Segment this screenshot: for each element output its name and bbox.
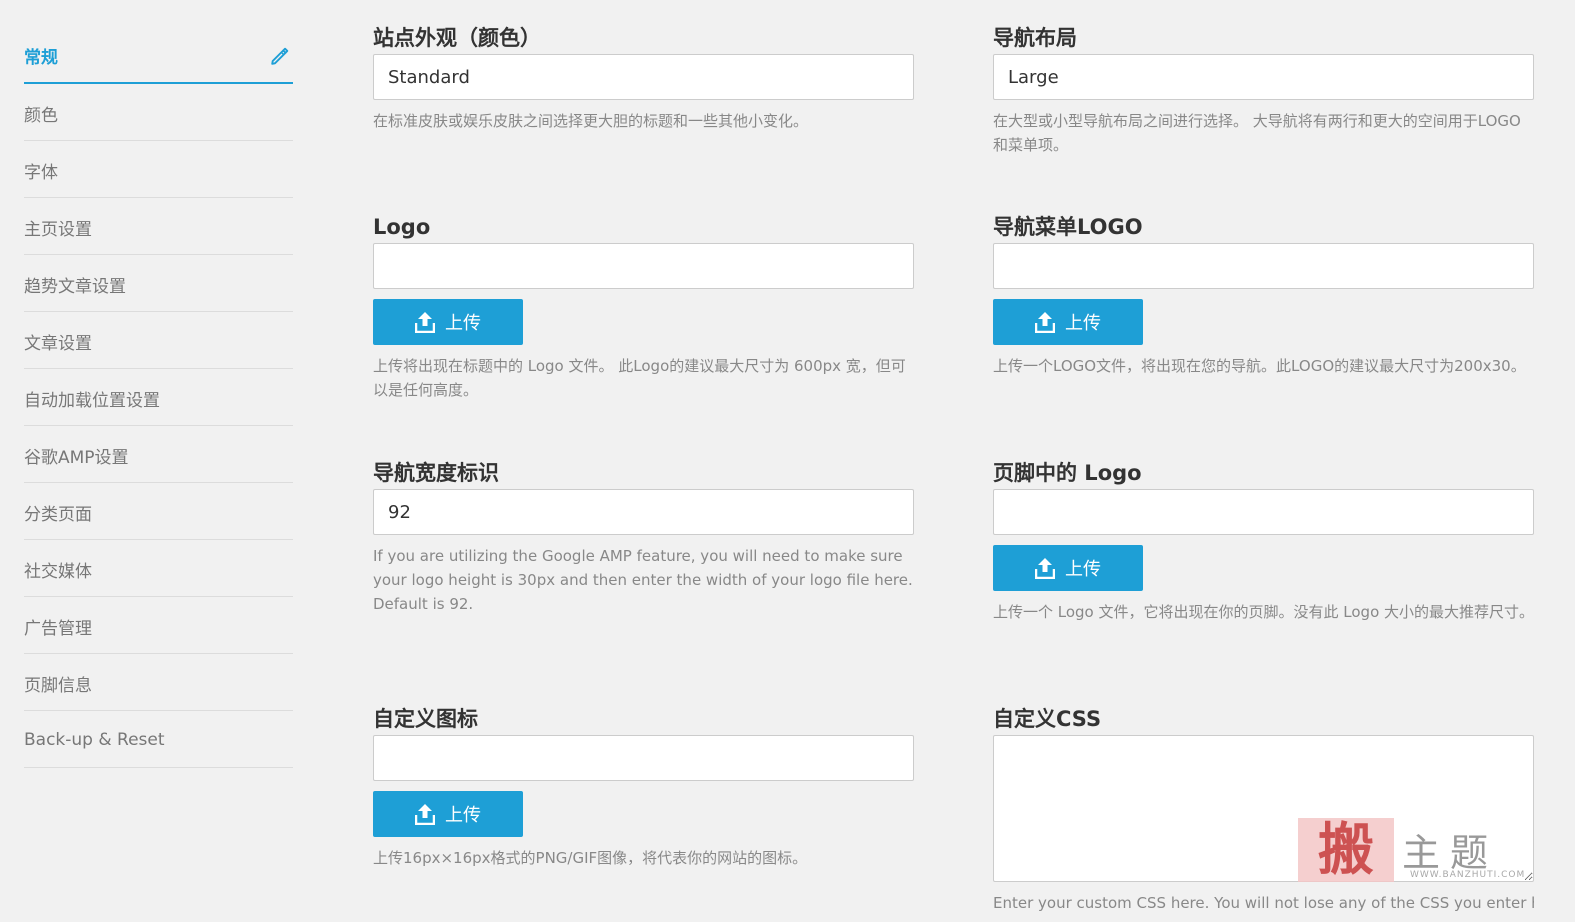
sidebar-item-label: 颜色: [24, 105, 58, 126]
site-skin-field: 站点外观（颜色） 在标准皮肤或娱乐皮肤之间选择更大胆的标题和一些其他小变化。: [373, 23, 914, 133]
sidebar-item-label: 主页设置: [24, 219, 92, 240]
custom-icon-input[interactable]: [373, 735, 914, 781]
sidebar-item-autoload[interactable]: 自动加载位置设置: [24, 370, 293, 426]
sidebar-item-label: 自动加载位置设置: [24, 390, 160, 411]
upload-button-label: 上传: [1065, 559, 1101, 580]
nav-menu-logo-field: 导航菜单LOGO 上传 上传一个LOGO文件，将出现在您的导航。此LOGO的建议…: [993, 212, 1534, 378]
field-label: 自定义图标: [373, 707, 478, 731]
upload-icon: [415, 312, 435, 333]
field-help: 上传一个LOGO文件，将出现在您的导航。此LOGO的建议最大尺寸为200x30。: [993, 357, 1526, 375]
nav-menu-logo-upload-button[interactable]: 上传: [993, 299, 1143, 345]
watermark-url: WWW.BANZHUTI.COM: [1410, 870, 1526, 880]
sidebar-item-label: 分类页面: [24, 504, 92, 525]
sidebar-item-label: 谷歌AMP设置: [24, 447, 129, 468]
logo-upload-button[interactable]: 上传: [373, 299, 523, 345]
nav-menu-logo-input[interactable]: [993, 243, 1534, 289]
field-help: If you are utilizing the Google AMP feat…: [373, 547, 913, 613]
upload-icon: [1035, 558, 1055, 579]
sidebar-item-label: 广告管理: [24, 618, 92, 639]
footer-logo-field: 页脚中的 Logo 上传 上传一个 Logo 文件，它将出现在你的页脚。没有此 …: [993, 458, 1534, 624]
watermark-logo: 搬 主题 WWW.BANZHUTI.COM: [1298, 818, 1524, 884]
upload-icon: [1035, 312, 1055, 333]
upload-button-label: 上传: [445, 805, 481, 826]
sidebar-item-footer[interactable]: 页脚信息: [24, 655, 293, 711]
sidebar-item-backup[interactable]: Back-up & Reset: [24, 712, 293, 768]
field-label: Logo: [373, 215, 431, 239]
sidebar-item-ads[interactable]: 广告管理: [24, 598, 293, 654]
sidebar-item-label: 常规: [24, 48, 58, 68]
theme-options-page: 常规 颜色 字体 主页设置 趋势文章设置 文章设置 自动加载位置设置 谷歌AMP…: [0, 0, 1575, 922]
sidebar-item-trending-posts[interactable]: 趋势文章设置: [24, 256, 293, 312]
footer-logo-upload-button[interactable]: 上传: [993, 545, 1143, 591]
nav-layout-select[interactable]: [993, 54, 1534, 100]
sidebar-item-general[interactable]: 常规: [24, 28, 293, 84]
sidebar-item-colors[interactable]: 颜色: [24, 85, 293, 141]
upload-button-label: 上传: [445, 313, 481, 334]
field-label: 导航宽度标识: [373, 461, 499, 485]
upload-button-label: 上传: [1065, 313, 1101, 334]
settings-sidebar: 常规 颜色 字体 主页设置 趋势文章设置 文章设置 自动加载位置设置 谷歌AMP…: [24, 28, 293, 769]
logo-url-input[interactable]: [373, 243, 914, 289]
sidebar-item-label: 页脚信息: [24, 675, 92, 696]
nav-width-field: 导航宽度标识 If you are utilizing the Google A…: [373, 458, 914, 616]
custom-icon-field: 自定义图标 上传 上传16px×16px格式的PNG/GIF图像，将代表你的网站…: [373, 704, 914, 870]
logo-field: Logo 上传 上传将出现在标题中的 Logo 文件。 此Logo的建议最大尺寸…: [373, 212, 914, 402]
field-label: 自定义CSS: [993, 707, 1102, 731]
site-skin-select[interactable]: [373, 54, 914, 100]
field-help: 上传一个 Logo 文件，它将出现在你的页脚。没有此 Logo 大小的最大推荐尺…: [993, 603, 1535, 621]
watermark-seal: 搬: [1298, 818, 1394, 882]
sidebar-item-post-settings[interactable]: 文章设置: [24, 313, 293, 369]
sidebar-item-amp[interactable]: 谷歌AMP设置: [24, 427, 293, 483]
sidebar-item-label: Back-up & Reset: [24, 730, 165, 750]
field-help: 在大型或小型导航布局之间进行选择。 大导航将有两行和更大的空间用于LOGO和菜单…: [993, 112, 1521, 154]
field-label: 导航布局: [993, 26, 1077, 50]
sidebar-item-homepage[interactable]: 主页设置: [24, 199, 293, 255]
sidebar-item-label: 字体: [24, 162, 58, 183]
upload-icon: [415, 804, 435, 825]
sidebar-item-category[interactable]: 分类页面: [24, 484, 293, 540]
nav-layout-field: 导航布局 在大型或小型导航布局之间进行选择。 大导航将有两行和更大的空间用于LO…: [993, 23, 1534, 157]
sidebar-item-fonts[interactable]: 字体: [24, 142, 293, 198]
sidebar-item-label: 文章设置: [24, 333, 92, 354]
field-help: 在标准皮肤或娱乐皮肤之间选择更大胆的标题和一些其他小变化。: [373, 112, 809, 130]
footer-logo-input[interactable]: [993, 489, 1534, 535]
custom-icon-upload-button[interactable]: 上传: [373, 791, 523, 837]
field-label: 站点外观（颜色）: [373, 26, 541, 50]
field-help: 上传将出现在标题中的 Logo 文件。 此Logo的建议最大尺寸为 600px …: [373, 357, 906, 399]
sidebar-item-label: 趋势文章设置: [24, 276, 126, 297]
field-label: 页脚中的 Logo: [993, 461, 1142, 485]
nav-width-input[interactable]: [373, 489, 914, 535]
field-label: 导航菜单LOGO: [993, 215, 1143, 239]
field-help: Enter your custom CSS here. You will not…: [993, 894, 1534, 912]
field-help: 上传16px×16px格式的PNG/GIF图像，将代表你的网站的图标。: [373, 849, 808, 867]
watermark-text: 主题: [1402, 831, 1499, 875]
sidebar-item-label: 社交媒体: [24, 561, 92, 582]
sidebar-item-social[interactable]: 社交媒体: [24, 541, 293, 597]
pencil-icon[interactable]: [269, 45, 291, 67]
